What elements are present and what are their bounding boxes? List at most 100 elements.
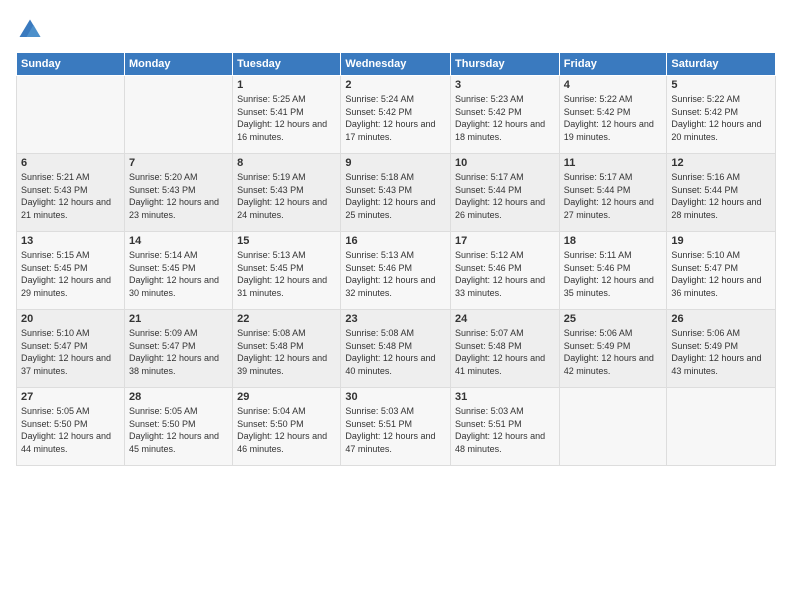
day-info: Sunrise: 5:20 AM Sunset: 5:43 PM Dayligh…	[129, 171, 228, 221]
day-number: 5	[671, 79, 771, 91]
day-number: 1	[237, 79, 336, 91]
day-info: Sunrise: 5:06 AM Sunset: 5:49 PM Dayligh…	[671, 327, 771, 377]
calendar-cell: 27Sunrise: 5:05 AM Sunset: 5:50 PM Dayli…	[17, 388, 125, 466]
day-number: 31	[455, 391, 555, 403]
calendar-cell: 4 Sunrise: 5:22 AM Sunset: 5:42 PM Daylig…	[559, 76, 667, 154]
day-number: 13	[21, 235, 120, 247]
calendar-header-sunday: Sunday	[17, 53, 125, 76]
calendar-cell	[559, 388, 667, 466]
day-number: 20	[21, 313, 120, 325]
day-info: Sunrise: 5:21 AM Sunset: 5:43 PM Dayligh…	[21, 171, 120, 221]
calendar-cell: 5Sunrise: 5:22 AM Sunset: 5:42 PM Daylig…	[667, 76, 776, 154]
calendar-cell: 1Sunrise: 5:25 AM Sunset: 5:41 PM Daylig…	[233, 76, 341, 154]
day-number: 11	[564, 157, 663, 169]
calendar-header-wednesday: Wednesday	[341, 53, 451, 76]
day-number: 19	[671, 235, 771, 247]
calendar-cell: 15 Sunrise: 5:13 AM Sunset: 5:45 PM Dayli…	[233, 232, 341, 310]
day-info: Sunrise: 5:22 AM Sunset: 5:42 PM Dayligh…	[564, 93, 663, 143]
calendar-cell: 11 Sunrise: 5:17 AM Sunset: 5:44 PM Dayli…	[559, 154, 667, 232]
calendar-cell: 17 Sunrise: 5:12 AM Sunset: 5:46 PM Dayli…	[451, 232, 560, 310]
calendar-table: SundayMondayTuesdayWednesdayThursdayFrid…	[16, 52, 776, 466]
day-number: 21	[129, 313, 228, 325]
page: SundayMondayTuesdayWednesdayThursdayFrid…	[0, 0, 792, 612]
calendar-week-5: 27 Sunrise: 5:05 AM Sunset: 5:50 PM Dayli…	[17, 388, 776, 466]
day-info: Sunrise: 5:04 AM Sunset: 5:50 PM Dayligh…	[237, 405, 336, 455]
day-info: Sunrise: 5:07 AM Sunset: 5:48 PM Dayligh…	[455, 327, 555, 377]
calendar-cell: 9 Sunrise: 5:18 AM Sunset: 5:43 PM Daylig…	[341, 154, 451, 232]
day-number: 26	[671, 313, 771, 325]
day-info: Sunrise: 5:03 AM Sunset: 5:51 PM Dayligh…	[345, 405, 446, 455]
logo-icon	[16, 16, 44, 44]
day-number: 16	[345, 235, 446, 247]
calendar-cell: 30 Sunrise: 5:03 AM Sunset: 5:51 PM Dayli…	[341, 388, 451, 466]
day-info: Sunrise: 5:03 AM Sunset: 5:51 PM Dayligh…	[455, 405, 555, 455]
calendar-week-2: 6 Sunrise: 5:21 AM Sunset: 5:43 PM Daylig…	[17, 154, 776, 232]
day-number: 18	[564, 235, 663, 247]
calendar-cell: 12 Sunrise: 5:16 AM Sunset: 5:44 PM Dayli…	[667, 154, 776, 232]
day-number: 22	[237, 313, 336, 325]
day-number: 27	[21, 391, 120, 403]
calendar-cell: 14 Sunrise: 5:14 AM Sunset: 5:45 PM Dayli…	[124, 232, 232, 310]
calendar-header-saturday: Saturday	[667, 53, 776, 76]
calendar-week-1: 1Sunrise: 5:25 AM Sunset: 5:41 PM Daylig…	[17, 76, 776, 154]
day-info: Sunrise: 5:09 AM Sunset: 5:47 PM Dayligh…	[129, 327, 228, 377]
day-info: Sunrise: 5:16 AM Sunset: 5:44 PM Dayligh…	[671, 171, 771, 221]
calendar-cell: 2 Sunrise: 5:24 AM Sunset: 5:42 PM Daylig…	[341, 76, 451, 154]
day-number: 24	[455, 313, 555, 325]
day-number: 9	[345, 157, 446, 169]
calendar-cell	[17, 76, 125, 154]
calendar-cell: 26 Sunrise: 5:06 AM Sunset: 5:49 PM Dayli…	[667, 310, 776, 388]
calendar-cell: 8 Sunrise: 5:19 AM Sunset: 5:43 PM Daylig…	[233, 154, 341, 232]
calendar-header-monday: Monday	[124, 53, 232, 76]
day-info: Sunrise: 5:13 AM Sunset: 5:46 PM Dayligh…	[345, 249, 446, 299]
header	[16, 16, 776, 44]
day-number: 2	[345, 79, 446, 91]
day-info: Sunrise: 5:06 AM Sunset: 5:49 PM Dayligh…	[564, 327, 663, 377]
day-info: Sunrise: 5:23 AM Sunset: 5:42 PM Dayligh…	[455, 93, 555, 143]
day-number: 17	[455, 235, 555, 247]
calendar-cell: 16 Sunrise: 5:13 AM Sunset: 5:46 PM Dayli…	[341, 232, 451, 310]
day-number: 28	[129, 391, 228, 403]
day-info: Sunrise: 5:14 AM Sunset: 5:45 PM Dayligh…	[129, 249, 228, 299]
day-info: Sunrise: 5:10 AM Sunset: 5:47 PM Dayligh…	[671, 249, 771, 299]
calendar-header-friday: Friday	[559, 53, 667, 76]
day-number: 12	[671, 157, 771, 169]
day-number: 23	[345, 313, 446, 325]
day-info: Sunrise: 5:12 AM Sunset: 5:46 PM Dayligh…	[455, 249, 555, 299]
calendar-cell: 3 Sunrise: 5:23 AM Sunset: 5:42 PM Daylig…	[451, 76, 560, 154]
day-number: 3	[455, 79, 555, 91]
day-info: Sunrise: 5:24 AM Sunset: 5:42 PM Dayligh…	[345, 93, 446, 143]
day-info: Sunrise: 5:15 AM Sunset: 5:45 PM Dayligh…	[21, 249, 120, 299]
calendar-cell: 21 Sunrise: 5:09 AM Sunset: 5:47 PM Dayli…	[124, 310, 232, 388]
calendar-cell: 20 Sunrise: 5:10 AM Sunset: 5:47 PM Dayli…	[17, 310, 125, 388]
calendar-cell	[667, 388, 776, 466]
calendar-cell: 7 Sunrise: 5:20 AM Sunset: 5:43 PM Daylig…	[124, 154, 232, 232]
calendar-cell	[124, 76, 232, 154]
day-info: Sunrise: 5:17 AM Sunset: 5:44 PM Dayligh…	[564, 171, 663, 221]
day-info: Sunrise: 5:19 AM Sunset: 5:43 PM Dayligh…	[237, 171, 336, 221]
day-info: Sunrise: 5:17 AM Sunset: 5:44 PM Dayligh…	[455, 171, 555, 221]
logo	[16, 16, 48, 44]
calendar-cell: 28 Sunrise: 5:05 AM Sunset: 5:50 PM Dayli…	[124, 388, 232, 466]
day-number: 8	[237, 157, 336, 169]
calendar-cell: 22Sunrise: 5:08 AM Sunset: 5:48 PM Dayli…	[233, 310, 341, 388]
day-number: 15	[237, 235, 336, 247]
day-number: 29	[237, 391, 336, 403]
day-info: Sunrise: 5:10 AM Sunset: 5:47 PM Dayligh…	[21, 327, 120, 377]
day-number: 4	[564, 79, 663, 91]
day-info: Sunrise: 5:08 AM Sunset: 5:48 PM Dayligh…	[345, 327, 446, 377]
day-info: Sunrise: 5:05 AM Sunset: 5:50 PM Dayligh…	[129, 405, 228, 455]
calendar-cell: 18Sunrise: 5:11 AM Sunset: 5:46 PM Dayli…	[559, 232, 667, 310]
calendar-cell: 29 Sunrise: 5:04 AM Sunset: 5:50 PM Dayli…	[233, 388, 341, 466]
calendar-cell: 31 Sunrise: 5:03 AM Sunset: 5:51 PM Dayli…	[451, 388, 560, 466]
calendar-cell: 6 Sunrise: 5:21 AM Sunset: 5:43 PM Daylig…	[17, 154, 125, 232]
day-number: 10	[455, 157, 555, 169]
day-number: 6	[21, 157, 120, 169]
day-number: 30	[345, 391, 446, 403]
day-number: 25	[564, 313, 663, 325]
day-number: 14	[129, 235, 228, 247]
calendar-header-row: SundayMondayTuesdayWednesdayThursdayFrid…	[17, 53, 776, 76]
day-number: 7	[129, 157, 228, 169]
day-info: Sunrise: 5:13 AM Sunset: 5:45 PM Dayligh…	[237, 249, 336, 299]
day-info: Sunrise: 5:18 AM Sunset: 5:43 PM Dayligh…	[345, 171, 446, 221]
